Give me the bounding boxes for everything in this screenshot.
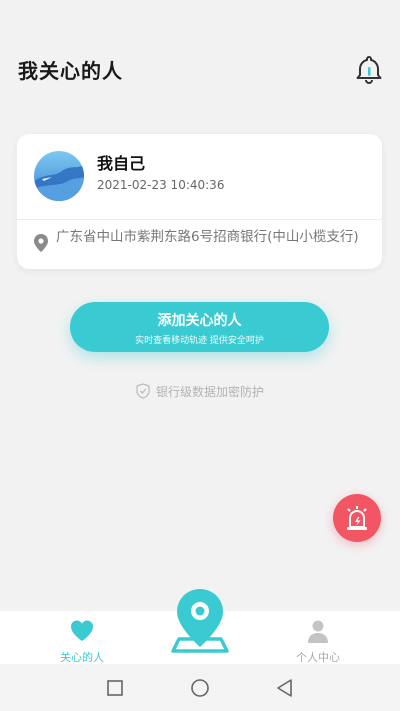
map-pin-icon: [34, 234, 48, 252]
tab-personal-center[interactable]: 个人中心: [273, 611, 363, 664]
add-button-subtitle: 实时查看移动轨迹 提供安全呵护: [135, 336, 264, 346]
bell-icon[interactable]: [352, 52, 386, 86]
security-text: 银行级数据加密防护: [155, 385, 264, 399]
sos-alarm-button[interactable]: [333, 494, 381, 542]
avatar: [34, 151, 84, 201]
add-caring-person-button[interactable]: 添加关心的人 实时查看移动轨迹 提供安全呵护: [70, 302, 329, 352]
self-card[interactable]: 我自己 2021-02-23 10:40:36 广东省中山市紫荆东路6号招商银行…: [17, 134, 382, 269]
shield-icon: [136, 383, 150, 399]
heart-icon: [71, 620, 93, 641]
security-notice: 银行级数据加密防护: [0, 383, 400, 400]
card-timestamp: 2021-02-23 10:40:36: [97, 178, 225, 192]
center-location-button[interactable]: [165, 587, 235, 659]
tab-label: 个人中心: [296, 651, 340, 664]
page-title: 我关心的人: [18, 59, 123, 83]
tab-label: 关心的人: [60, 651, 104, 664]
tab-caring-people[interactable]: 关心的人: [37, 611, 127, 664]
recent-apps-button[interactable]: [105, 678, 125, 698]
location-pin-icon: [171, 589, 229, 653]
person-icon: [308, 620, 328, 643]
header: 我关心的人: [0, 0, 400, 110]
alarm-icon: [347, 506, 367, 530]
card-name: 我自己: [97, 154, 146, 173]
card-divider: [17, 219, 382, 220]
card-address: 广东省中山市紫荆东路6号招商银行(中山小榄支行): [56, 229, 359, 245]
add-button-title: 添加关心的人: [157, 313, 242, 329]
home-button[interactable]: [190, 678, 210, 698]
back-button[interactable]: [275, 678, 295, 698]
system-nav-bar: [0, 664, 400, 711]
